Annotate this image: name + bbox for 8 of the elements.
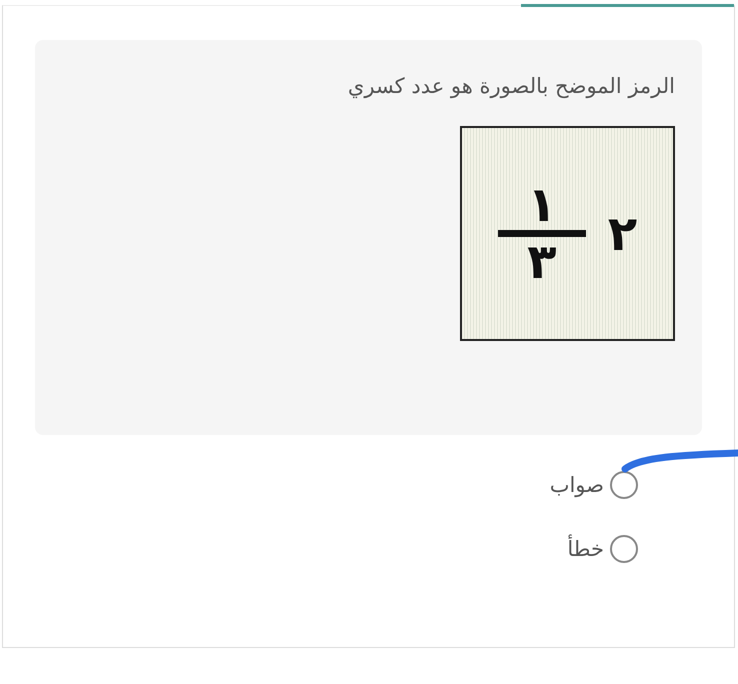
denominator: ٣ [527,237,557,287]
radio-button[interactable] [610,471,638,499]
answer-option[interactable]: صواب [550,471,638,499]
radio-button[interactable] [610,535,638,563]
numerator: ١ [527,180,557,230]
answer-option[interactable]: خطأ [567,535,638,563]
whole-number: ٢ [608,208,638,258]
question-text: الرمز الموضح بالصورة هو عدد كسري [348,73,675,100]
